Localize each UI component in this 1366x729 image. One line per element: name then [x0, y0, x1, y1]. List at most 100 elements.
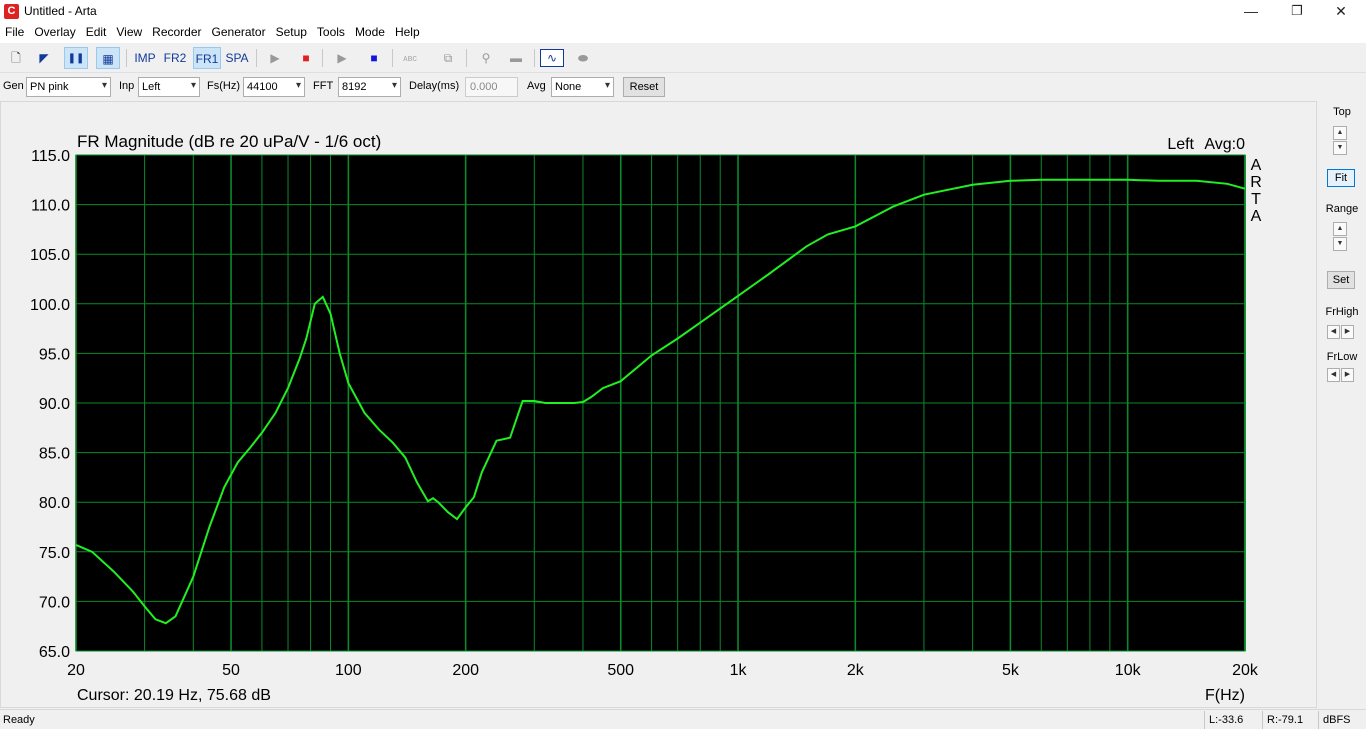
level-unit: dBFS — [1318, 711, 1366, 729]
wave-icon[interactable]: ∿ — [540, 49, 564, 67]
range-label: Range — [1325, 203, 1359, 215]
pill-icon[interactable]: ⬬ — [571, 47, 595, 69]
probe-icon[interactable]: ⚲ — [474, 47, 498, 69]
menu-edit[interactable]: Edit — [81, 23, 112, 39]
y-tick-label: 80.0 — [39, 495, 70, 512]
inp-select[interactable]: Left ▾ — [138, 77, 200, 97]
x-tick-label: 20k — [1232, 662, 1259, 679]
menu-generator[interactable]: Generator — [207, 23, 271, 39]
maximize-button[interactable]: ❐ — [1274, 0, 1320, 23]
frhigh-right-button[interactable]: ▶ — [1341, 325, 1354, 339]
arta-watermark: ARTA — [1250, 157, 1262, 225]
plot-frame: FR Magnitude (dB re 20 uPa/V - 1/6 oct) … — [0, 101, 1317, 708]
top-down-button[interactable]: ▼ — [1333, 141, 1347, 155]
spa-button[interactable]: SPA — [223, 47, 251, 69]
avg-value: None — [555, 81, 582, 93]
frlow-right-button[interactable]: ▶ — [1341, 368, 1354, 382]
abc-icon[interactable]: ᴀʙᴄ — [398, 47, 422, 69]
y-tick-label: 90.0 — [39, 396, 70, 413]
x-tick-label: 1k — [730, 662, 748, 679]
reset-button[interactable]: Reset — [623, 77, 665, 97]
x-tick-label: 100 — [335, 662, 362, 679]
x-tick-labels: 20 50 100 200 500 1k 2k 5k 10k 20k — [67, 662, 1259, 679]
fft-label: FFT — [313, 80, 334, 92]
fft-select[interactable]: 8192 ▾ — [338, 77, 401, 97]
toolbar: 🗋 ◤ ❚❚ ▦ IMP FR2 FR1 SPA ▶ ■ ▶ ■ ᴀʙᴄ ⧉ ⚲… — [0, 43, 1366, 73]
chevron-down-icon: ▾ — [391, 80, 397, 91]
stop-icon[interactable]: ■ — [294, 47, 318, 69]
play2-icon[interactable]: ▶ — [330, 47, 354, 69]
inp-value: Left — [142, 81, 161, 93]
watermark-letter: A — [1251, 157, 1262, 174]
play-icon[interactable]: ▶ — [263, 47, 287, 69]
range-down-button[interactable]: ▼ — [1333, 237, 1347, 251]
fs-label: Fs(Hz) — [207, 80, 240, 92]
arta-app-icon[interactable]: C — [4, 4, 19, 19]
top-label: Top — [1333, 106, 1351, 118]
fft-value: 8192 — [342, 81, 367, 93]
x-tick-label: 500 — [607, 662, 634, 679]
frhigh-label: FrHigh — [1325, 306, 1359, 318]
x-tick-label: 50 — [222, 662, 240, 679]
x-axis-label: F(Hz) — [1205, 687, 1245, 704]
chevron-down-icon: ▾ — [604, 80, 610, 91]
frlow-left-button[interactable]: ◀ — [1327, 368, 1340, 382]
side-panel: Top — [1318, 101, 1366, 708]
inp-label: Inp — [119, 80, 135, 92]
menu-file[interactable]: File — [0, 23, 29, 39]
delay-label: Delay(ms) — [409, 80, 460, 92]
x-tick-label: 200 — [452, 662, 479, 679]
x-tick-label: 10k — [1115, 662, 1142, 679]
x-tick-label: 20 — [67, 662, 85, 679]
y-tick-label: 100.0 — [30, 297, 70, 314]
range-up-button[interactable]: ▲ — [1333, 222, 1347, 236]
status-text: Ready — [3, 714, 35, 726]
right-level: R:-79.1 — [1262, 711, 1318, 729]
gen-select[interactable]: PN pink ▾ — [26, 77, 111, 97]
fs-select[interactable]: 44100 ▾ — [243, 77, 305, 97]
delay-field[interactable]: 0.000 — [465, 77, 518, 97]
y-tick-labels: 65.0 70.0 75.0 80.0 85.0 90.0 95.0 100.0 105.0 11… — [30, 148, 70, 661]
pause-icon[interactable]: ❚❚ — [64, 47, 88, 69]
avg-count-label: Avg:0 — [1204, 136, 1245, 153]
frhigh-left-button[interactable]: ◀ — [1327, 325, 1340, 339]
fr1-button[interactable]: FR1 — [193, 47, 221, 69]
edit-icon[interactable]: ⧉ — [436, 47, 460, 69]
minimize-button[interactable]: — — [1228, 0, 1274, 23]
new-file-icon[interactable]: 🗋 — [4, 47, 28, 69]
menu-tools[interactable]: Tools — [312, 23, 350, 39]
menu-setup[interactable]: Setup — [271, 23, 312, 39]
menu-overlay[interactable]: Overlay — [29, 23, 80, 39]
table-icon[interactable]: ▦ — [96, 47, 120, 69]
y-tick-label: 110.0 — [31, 198, 70, 215]
menu-view[interactable]: View — [111, 23, 147, 39]
box-icon[interactable]: ▬ — [504, 47, 528, 69]
window-title: Untitled - Arta — [24, 4, 97, 18]
watermark-letter: T — [1251, 191, 1261, 208]
title-bar: C Untitled - Arta — ❐ ✕ — [0, 0, 1366, 23]
status-bar: Ready L:-33.6 R:-79.1 dBFS — [0, 709, 1366, 729]
top-up-button[interactable]: ▲ — [1333, 126, 1347, 140]
set-button[interactable]: Set — [1327, 271, 1355, 289]
stop2-icon[interactable]: ■ — [362, 47, 386, 69]
watermark-letter: A — [1251, 208, 1262, 225]
avg-select[interactable]: None ▾ — [551, 77, 614, 97]
mark-icon[interactable]: ◤ — [32, 47, 56, 69]
fr-magnitude-chart[interactable]: FR Magnitude (dB re 20 uPa/V - 1/6 oct) … — [1, 102, 1317, 708]
menu-recorder[interactable]: Recorder — [147, 23, 206, 39]
gen-label: Gen — [3, 80, 24, 92]
fit-button[interactable]: Fit — [1327, 169, 1355, 187]
x-tick-label: 5k — [1002, 662, 1020, 679]
menu-mode[interactable]: Mode — [350, 23, 390, 39]
imp-button[interactable]: IMP — [131, 47, 159, 69]
fr2-button[interactable]: FR2 — [161, 47, 189, 69]
chevron-down-icon: ▾ — [190, 80, 196, 91]
y-tick-label: 95.0 — [39, 346, 70, 363]
frlow-label: FrLow — [1326, 351, 1358, 363]
close-button[interactable]: ✕ — [1318, 0, 1364, 23]
left-level: L:-33.6 — [1204, 711, 1260, 729]
y-tick-label: 70.0 — [39, 594, 70, 611]
menu-help[interactable]: Help — [390, 23, 425, 39]
y-tick-label: 105.0 — [30, 247, 70, 264]
y-tick-label: 75.0 — [39, 545, 70, 562]
